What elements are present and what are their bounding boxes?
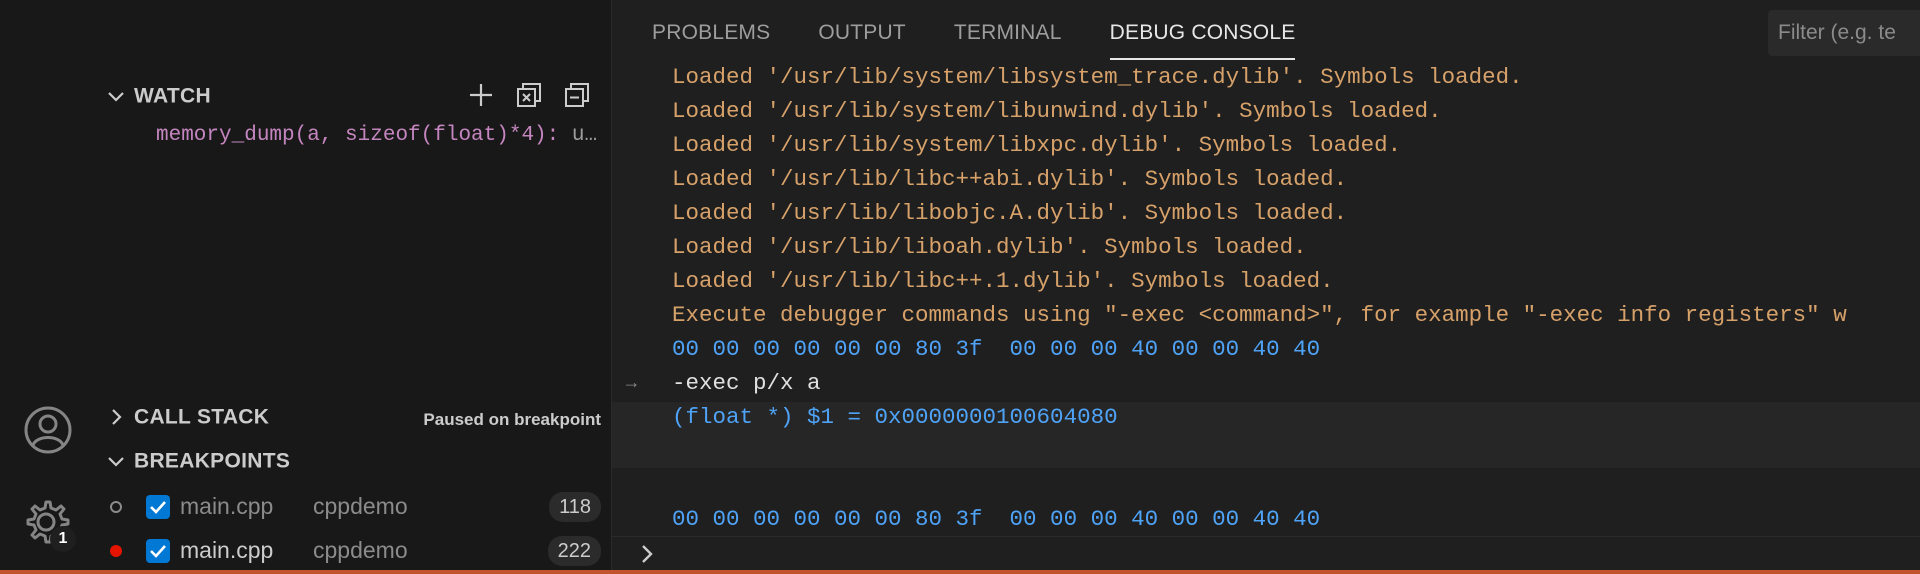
watch-expression-name: memory_dump(a, sizeof(float)*4):	[156, 124, 572, 147]
accounts-icon[interactable]	[22, 404, 74, 456]
breakpoint-project: cppdemo	[313, 493, 408, 519]
tab-debug-console[interactable]: DEBUG CONSOLE	[1109, 0, 1296, 60]
collapse-all-icon[interactable]	[562, 80, 592, 110]
console-result[interactable]: (float *) $1 = 0x0000000100604080	[672, 404, 1920, 430]
breakpoint-project: cppdemo	[313, 537, 408, 563]
tab-terminal[interactable]: TERMINAL	[954, 0, 1062, 60]
tab-problems[interactable]: PROBLEMS	[652, 0, 770, 60]
breakpoint-line-number: 118	[549, 492, 601, 522]
tab-output[interactable]: OUTPUT	[818, 0, 906, 60]
call-stack-status: Paused on breakpoint	[423, 410, 601, 429]
breakpoint-row[interactable]: main.cpp cppdemo 222	[96, 529, 611, 573]
breakpoints-section-header[interactable]: BREAKPOINTS	[104, 443, 290, 479]
breakpoints-title: BREAKPOINTS	[134, 449, 291, 473]
console-line: Loaded '/usr/lib/system/libsystem_trace.…	[672, 64, 1523, 90]
panel-tabs: PROBLEMS OUTPUT TERMINAL DEBUG CONSOLE	[652, 0, 1296, 60]
input-echo-arrow-icon: →	[626, 374, 637, 394]
chevron-right-icon	[642, 545, 653, 563]
breakpoint-file: main.cpp	[180, 493, 274, 519]
status-bar-edge	[0, 570, 1920, 574]
breakpoint-checkbox[interactable]	[146, 495, 170, 519]
console-line: Loaded '/usr/lib/liboah.dylib'. Symbols …	[672, 234, 1307, 260]
watch-title: WATCH	[134, 84, 211, 108]
console-input-row[interactable]	[612, 536, 1920, 573]
add-expression-icon[interactable]	[466, 80, 496, 110]
breakpoint-checkbox[interactable]	[146, 539, 170, 563]
memory-dump-line: 00 00 00 00 00 00 80 3f 00 00 00 40 00 0…	[672, 506, 1321, 532]
console-line: Execute debugger commands using "-exec <…	[672, 302, 1847, 328]
watch-expression[interactable]: memory_dump(a, sizeof(float)*4): u…	[156, 124, 606, 147]
unverified-breakpoint-icon	[110, 501, 122, 513]
activity-bar: 1	[0, 0, 96, 574]
chevron-right-icon	[112, 409, 122, 426]
console-line: Loaded '/usr/lib/libobjc.A.dylib'. Symbo…	[672, 200, 1348, 226]
watch-section-header[interactable]: WATCH	[104, 78, 211, 114]
breakpoint-file: main.cpp	[180, 537, 274, 563]
breakpoint-line-number: 222	[547, 536, 601, 566]
watch-expression-value: u…	[571, 124, 598, 147]
call-stack-section-header[interactable]: CALL STACK	[104, 399, 269, 435]
console-line: Loaded '/usr/lib/system/libunwind.dylib'…	[672, 98, 1442, 124]
chevron-down-icon	[108, 92, 124, 103]
console-line: Loaded '/usr/lib/libc++.1.dylib'. Symbol…	[672, 268, 1334, 294]
console-line: Loaded '/usr/lib/system/libxpc.dylib'. S…	[672, 132, 1402, 158]
settings-badge: 1	[50, 526, 76, 552]
call-stack-title: CALL STACK	[134, 405, 270, 429]
breakpoint-icon	[110, 545, 122, 557]
watch-actions	[466, 80, 592, 110]
console-command: -exec p/x a	[672, 370, 821, 396]
remove-all-expressions-icon[interactable]	[514, 80, 544, 110]
console-line: Loaded '/usr/lib/libc++abi.dylib'. Symbo…	[672, 166, 1348, 192]
debug-sidebar: WATCH memory_dump(a, sizeof(float)*4): u…	[96, 0, 611, 574]
debug-console-output: Loaded '/usr/lib/system/libsystem_trace.…	[612, 60, 1920, 560]
breakpoint-row[interactable]: main.cpp cppdemo 118	[96, 485, 611, 529]
filter-input[interactable]: Filter (e.g. te	[1768, 10, 1920, 56]
bottom-panel: PROBLEMS OUTPUT TERMINAL DEBUG CONSOLE F…	[612, 0, 1920, 574]
chevron-down-icon	[108, 457, 124, 468]
memory-dump-line: 00 00 00 00 00 00 80 3f 00 00 00 40 00 0…	[672, 336, 1321, 362]
